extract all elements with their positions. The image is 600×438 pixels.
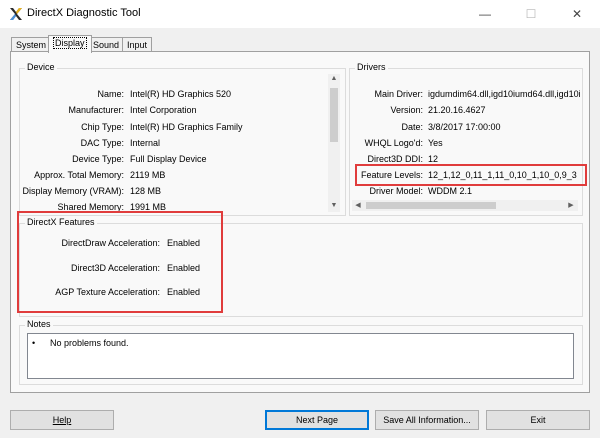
driver-value: 3/8/2017 17:00:00 [428,122,501,132]
device-value: Intel(R) HD Graphics Family [130,122,243,132]
note-item: No problems found. [50,338,129,348]
device-label: Approx. Total Memory: [34,170,124,180]
device-value: Internal [130,138,161,148]
device-label: Manufacturer: [68,105,124,115]
bullet-icon: • [32,338,36,348]
scroll-up-icon[interactable]: ▲ [328,75,340,82]
driver-value: WDDM 2.1 [428,186,473,196]
scroll-right-icon[interactable]: ▶ [566,201,576,209]
feature-label: Direct3D Acceleration: [70,263,160,273]
device-value: 2119 MB [130,170,166,180]
scroll-thumb[interactable] [330,88,338,142]
drivers-scrollbar[interactable]: ◀ ▶ [352,200,578,211]
driver-value: Yes [428,138,443,148]
scroll-down-icon[interactable]: ▼ [328,202,340,209]
device-label: Display Memory (VRAM): [22,186,124,196]
feature-value: Enabled [167,238,201,248]
driver-value: 12 [428,154,439,164]
feature-label: DirectDraw Acceleration: [61,238,160,248]
device-value: Intel(R) HD Graphics 520 [130,89,232,99]
feature-levels-highlight [355,164,587,186]
driver-label: Driver Model: [369,186,423,196]
driver-label: Version: [390,105,423,115]
driver-label: Date: [401,122,423,132]
driver-value: 21.20.16.4627 [428,105,486,115]
device-group-title: Device [25,62,57,72]
driver-value: igdumdim64.dll,igd10iumd64.dll,igd10iu [428,89,580,99]
device-label: Device Type: [72,154,124,164]
notes-textbox[interactable]: • No problems found. [27,333,574,379]
device-label: Chip Type: [81,122,124,132]
scroll-thumb[interactable] [366,202,496,209]
device-label: Name: [97,89,124,99]
notes-title: Notes [25,319,53,329]
device-value: Intel Corporation [130,105,197,115]
driver-label: WHQL Logo'd: [364,138,423,148]
scroll-left-icon[interactable]: ◀ [353,201,363,209]
feature-value: Enabled [167,263,201,273]
driver-label: Direct3D DDI: [367,154,423,164]
driver-label: Main Driver: [374,89,423,99]
directx-features-title: DirectX Features [25,217,97,227]
device-scrollbar[interactable]: ▲ ▼ [328,74,340,212]
feature-label: AGP Texture Acceleration: [55,287,160,297]
feature-value: Enabled [167,287,201,297]
device-value: Full Display Device [130,154,207,164]
drivers-group-title: Drivers [355,62,388,72]
device-label: DAC Type: [80,138,124,148]
device-value: 128 MB [130,186,162,196]
